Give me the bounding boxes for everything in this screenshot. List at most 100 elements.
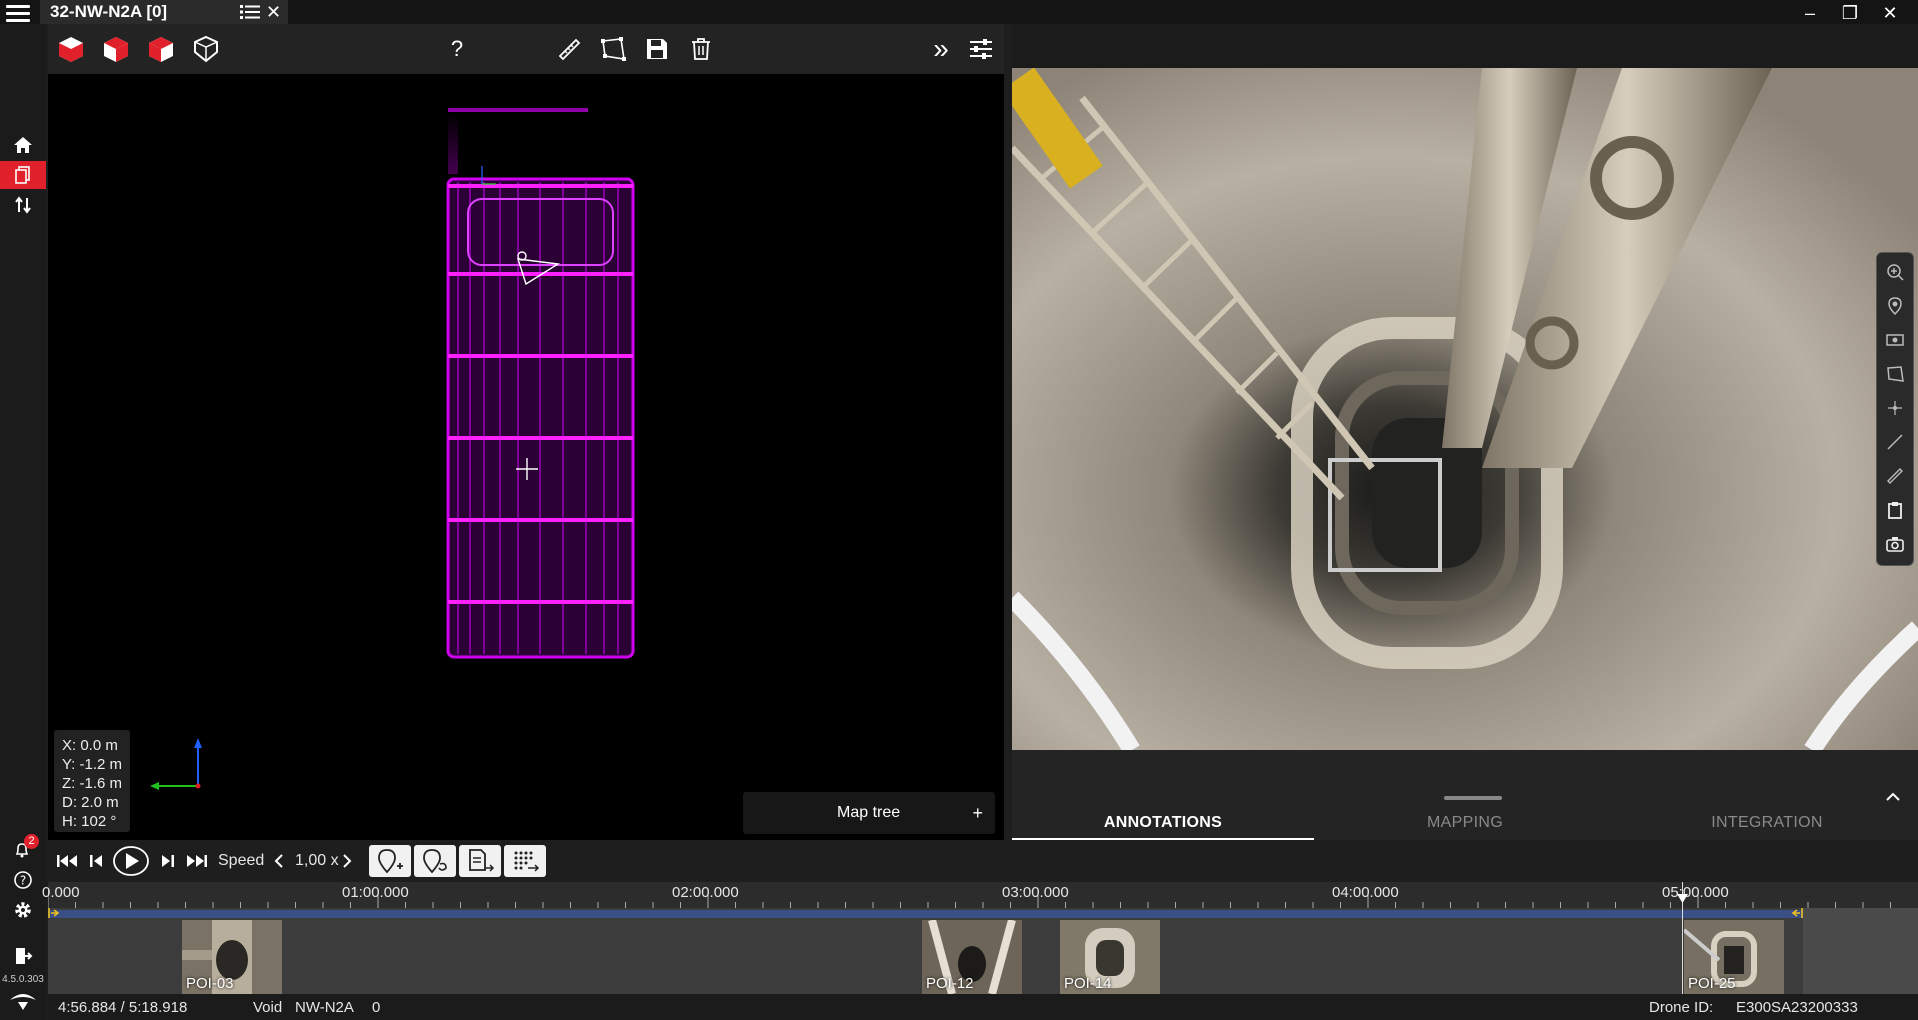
range-end-handle-icon[interactable]: [1789, 907, 1803, 919]
panel-resize-handle[interactable]: [1444, 796, 1502, 800]
panel-collapse-button[interactable]: [1882, 786, 1904, 808]
range-start-handle-icon[interactable]: [48, 907, 62, 919]
poi-thumbnail[interactable]: POI-12: [922, 920, 1022, 994]
skip-start-button[interactable]: [54, 846, 80, 876]
coord-y: Y: -1.2 m: [62, 756, 123, 773]
speed-label: Speed: [218, 852, 265, 869]
map-tree-add-icon[interactable]: +: [972, 803, 983, 824]
expand-panel-button[interactable]: »: [924, 32, 958, 66]
poi-camera-button[interactable]: [1880, 291, 1910, 321]
document-export-icon: [469, 849, 495, 872]
playback-controls: Speed 1,00 x: [48, 840, 1918, 882]
coord-h: H: 102 °: [62, 813, 117, 830]
export-grid-button[interactable]: [504, 845, 546, 877]
camera-header: [1012, 24, 1918, 68]
cube-top-icon: [149, 37, 173, 62]
poi-thumbnail[interactable]: POI-03: [182, 920, 282, 994]
tab-annotations[interactable]: ANNOTATIONS: [1012, 808, 1314, 840]
poi-add-icon: [378, 849, 403, 874]
viewer-settings-button[interactable]: [964, 32, 998, 66]
skip-start-icon: [57, 855, 77, 867]
drone-id-value: E300SA23200333: [1736, 999, 1858, 1016]
poi-label: POI-14: [1064, 975, 1112, 992]
coordinates-readout: X: 0.0 m Y: -1.2 m Z: -1.6 m D: 2.0 m H:…: [54, 730, 130, 832]
timeline-progress-bar[interactable]: [48, 910, 1803, 918]
trash-icon: [692, 38, 710, 60]
timeline-label: 05:00.000: [1662, 884, 1729, 901]
camera-measure-button[interactable]: [1880, 461, 1910, 491]
view-cube-front-button[interactable]: [54, 32, 88, 66]
sidebar-item-transfer[interactable]: [0, 191, 46, 219]
restore-button[interactable]: ❐: [1836, 2, 1864, 24]
logout-button[interactable]: [0, 942, 46, 970]
camera-image[interactable]: [1012, 68, 1918, 750]
view-perspective-button[interactable]: [189, 32, 223, 66]
help-button[interactable]: ?: [0, 866, 46, 894]
title-bar: 32-NW-N2A [0] ✕ – ❐ ✕: [0, 0, 1918, 24]
menu-icon: [6, 5, 30, 8]
map-tree-button[interactable]: Map tree +: [743, 792, 995, 834]
document-tab[interactable]: 32-NW-N2A [0] ✕: [40, 0, 288, 24]
line-icon: [1887, 434, 1903, 450]
step-forward-icon: [162, 855, 174, 867]
cube-side-icon: [104, 37, 128, 62]
timeline-playhead[interactable]: [1677, 882, 1688, 994]
settings-button[interactable]: [0, 896, 46, 924]
list-icon[interactable]: [240, 4, 260, 20]
sidebar-item-documents[interactable]: [0, 161, 46, 189]
poi-thumbnail[interactable]: POI-25: [1684, 920, 1784, 994]
svg-text:?: ?: [20, 874, 26, 888]
sidebar-item-home[interactable]: [0, 131, 46, 159]
delete-button[interactable]: [684, 32, 718, 66]
void-index: 0: [372, 999, 381, 1016]
polygon-button[interactable]: [596, 32, 630, 66]
tab-integration[interactable]: INTEGRATION: [1616, 808, 1918, 840]
poi-thumbnail[interactable]: POI-14: [1060, 920, 1160, 994]
camera-polygon-button[interactable]: [1880, 359, 1910, 389]
line-button[interactable]: [1880, 427, 1910, 457]
tab-close-icon[interactable]: ✕: [266, 3, 281, 21]
menu-button[interactable]: [4, 2, 32, 24]
minimize-button[interactable]: –: [1796, 2, 1824, 24]
save-button[interactable]: [640, 32, 674, 66]
void-name: NW-N2A: [295, 999, 354, 1016]
point-cloud-render: [150, 108, 635, 790]
viewer-help-button[interactable]: ?: [440, 32, 474, 66]
menu-icon-bar: [6, 12, 30, 15]
left-sidebar: 2 ? 4.5.0.303: [0, 24, 46, 1020]
poi-label: POI-25: [1688, 975, 1736, 992]
speed-decrease-button[interactable]: [270, 846, 288, 876]
view-cube-top-button[interactable]: [144, 32, 178, 66]
play-button[interactable]: [112, 846, 150, 876]
timeline-end-region: [1803, 908, 1918, 994]
timeline[interactable]: 0.000 01:00.000 02:00.000 03:00.000 04:0…: [42, 882, 1918, 994]
skip-end-button[interactable]: [184, 846, 210, 876]
speed-increase-button[interactable]: [338, 846, 356, 876]
edit-poi-button[interactable]: [414, 845, 456, 877]
tab-mapping[interactable]: MAPPING: [1314, 808, 1616, 840]
point-cloud-viewport[interactable]: X: 0.0 m Y: -1.2 m Z: -1.6 m D: 2.0 m H:…: [48, 74, 1004, 840]
documents-icon: [15, 166, 30, 184]
polygon-icon: [601, 37, 626, 61]
add-poi-button[interactable]: [369, 845, 411, 877]
timeline-label: 03:00.000: [1002, 884, 1069, 901]
notifications-button[interactable]: 2: [0, 834, 46, 864]
timeline-label: 02:00.000: [672, 884, 739, 901]
polygon-icon: [1887, 366, 1904, 382]
drone-id-label: Drone ID:: [1649, 999, 1714, 1016]
export-report-button[interactable]: [459, 845, 501, 877]
point-button[interactable]: [1880, 393, 1910, 423]
step-forward-button[interactable]: [156, 846, 180, 876]
snapshot-button[interactable]: [1880, 529, 1910, 559]
window-close-button[interactable]: ✕: [1876, 2, 1904, 24]
clipboard-button[interactable]: [1880, 495, 1910, 525]
zoom-in-icon: [1887, 264, 1904, 281]
zoom-in-button[interactable]: [1880, 257, 1910, 287]
map-tree-label: Map tree: [837, 804, 901, 821]
photo-overlay-button[interactable]: [1880, 325, 1910, 355]
measure-button[interactable]: [552, 32, 586, 66]
view-cube-side-button[interactable]: [99, 32, 133, 66]
home-icon: [14, 137, 32, 153]
crosshair-point-icon: [1888, 401, 1902, 415]
step-back-button[interactable]: [84, 846, 108, 876]
